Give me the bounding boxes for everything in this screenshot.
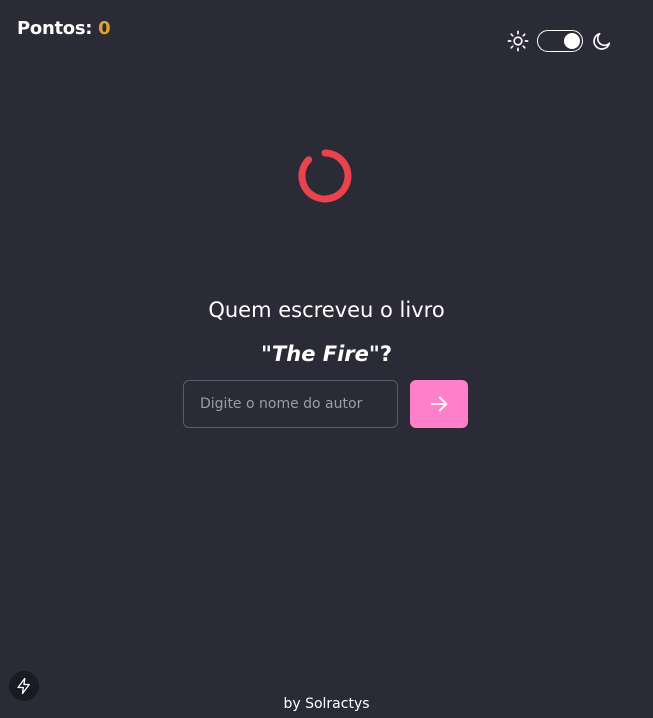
quote-open: ": [260, 342, 272, 366]
score-label: Pontos:: [17, 18, 93, 39]
theme-switch[interactable]: [507, 30, 613, 52]
sun-icon: [507, 30, 529, 52]
arrow-right-icon: [430, 396, 448, 412]
answer-form: [183, 380, 468, 428]
toggle-knob: [564, 33, 580, 49]
footer-credit: by Solractys: [283, 696, 370, 712]
bolt-icon: [17, 677, 30, 695]
book-title: The Fire: [271, 342, 369, 366]
score-display: Pontos: 0: [17, 18, 111, 39]
spinner-icon: [298, 149, 352, 203]
moon-icon: [593, 32, 611, 50]
theme-toggle[interactable]: [537, 30, 583, 52]
question-prompt: Quem escreveu o livro: [208, 298, 445, 322]
quote-close: "?: [368, 342, 393, 366]
page: Pontos: 0 Quem escreveu o livro "The Fir…: [0, 0, 653, 718]
score-value: 0: [98, 18, 111, 39]
author-input[interactable]: [183, 380, 398, 428]
book-title-line: "The Fire"?: [0, 340, 653, 368]
submit-button[interactable]: [410, 380, 468, 428]
